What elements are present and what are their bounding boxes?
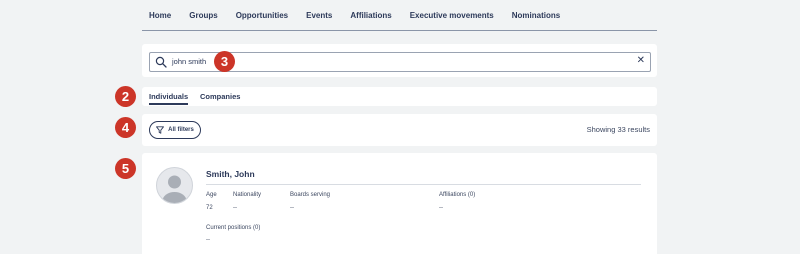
current-positions-value: -- bbox=[206, 237, 210, 243]
result-tabs: Individuals Companies bbox=[142, 87, 657, 106]
divider bbox=[206, 184, 641, 185]
person-placeholder-icon bbox=[162, 175, 187, 203]
search-query-text: john smith bbox=[172, 57, 207, 66]
nationality-label: Nationality bbox=[233, 192, 262, 198]
nav-item-nominations[interactable]: Nominations bbox=[512, 11, 560, 20]
nationality-value: -- bbox=[233, 205, 237, 211]
person-name-link[interactable]: Smith, John bbox=[206, 169, 255, 179]
tab-individuals[interactable]: Individuals bbox=[149, 92, 189, 105]
nav-item-affiliations[interactable]: Affiliations bbox=[350, 11, 391, 20]
result-item: Smith, John Age 72 Nationality -- Boards… bbox=[142, 153, 657, 254]
affiliations-label: Affiliations (0) bbox=[439, 192, 476, 198]
all-filters-label: All filters bbox=[168, 127, 194, 133]
boards-serving-value: -- bbox=[290, 205, 294, 211]
nav-item-executive-movements[interactable]: Executive movements bbox=[410, 11, 494, 20]
annotation-marker-4: 4 bbox=[115, 117, 136, 138]
nav-item-home[interactable]: Home bbox=[149, 11, 171, 20]
age-label: Age bbox=[206, 192, 217, 198]
tab-companies[interactable]: Companies bbox=[200, 92, 240, 101]
avatar bbox=[156, 167, 193, 204]
current-positions-label: Current positions (0) bbox=[206, 225, 261, 231]
annotation-marker-2: 2 bbox=[115, 86, 136, 107]
top-nav: Home Groups Opportunities Events Affilia… bbox=[142, 0, 657, 31]
filters-bar: All filters Showing 33 results bbox=[142, 114, 657, 146]
boards-serving-label: Boards serving bbox=[290, 192, 331, 198]
nav-item-groups[interactable]: Groups bbox=[189, 11, 217, 20]
nav-item-opportunities[interactable]: Opportunities bbox=[236, 11, 288, 20]
search-icon bbox=[155, 56, 167, 68]
age-value: 72 bbox=[206, 205, 213, 211]
affiliations-value: -- bbox=[439, 205, 443, 211]
annotation-marker-5: 5 bbox=[115, 158, 136, 179]
nav-item-events[interactable]: Events bbox=[306, 11, 332, 20]
all-filters-button[interactable]: All filters bbox=[149, 121, 201, 139]
results-count: Showing 33 results bbox=[586, 125, 650, 134]
annotation-marker-3: 3 bbox=[214, 51, 235, 72]
filter-icon bbox=[156, 126, 165, 134]
close-icon[interactable]: ✕ bbox=[637, 55, 645, 66]
